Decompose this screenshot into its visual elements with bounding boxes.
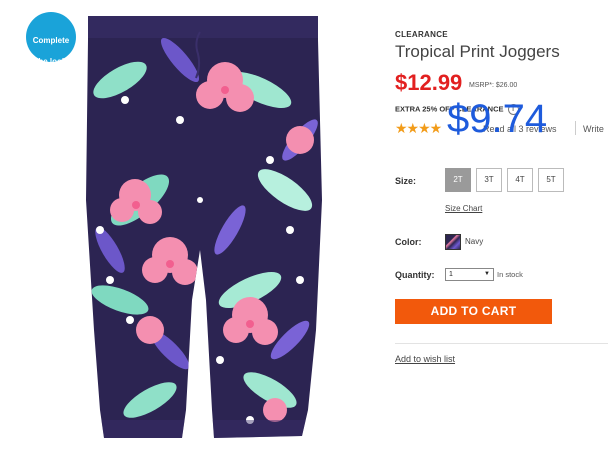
quantity-value: 1 [449, 271, 453, 278]
sale-price: $12.99 [395, 70, 463, 95]
size-option-3t[interactable]: 3T [476, 168, 502, 192]
dropdown-arrow-icon: ▼ [484, 271, 490, 277]
clearance-badge: CLEARANCE [395, 30, 448, 39]
add-to-wishlist-link[interactable]: Add to wish list [395, 354, 455, 364]
product-image[interactable]: Complete the look ⌄ [0, 0, 360, 447]
size-option-4t[interactable]: 4T [507, 168, 533, 192]
color-label: Color: [395, 237, 422, 247]
size-chart-link[interactable]: Size Chart [445, 204, 482, 213]
color-value: Navy [465, 237, 484, 246]
quantity-label: Quantity: [395, 270, 435, 280]
complete-the-look-button[interactable]: Complete the look ⌄ [26, 12, 76, 87]
divider [575, 121, 576, 135]
section-divider [395, 343, 608, 344]
quantity-select[interactable]: 1 ▼ [445, 268, 494, 281]
msrp-price: MSRP*: $26.00 [469, 82, 518, 89]
rating-stars: ★★★★ [395, 120, 442, 136]
overlay-price: $9.74 [447, 97, 548, 141]
product-title: Tropical Print Joggers [395, 42, 560, 61]
color-swatch-navy[interactable] [445, 234, 461, 250]
product-info-panel: CLEARANCE Tropical Print Joggers $12.99 … [395, 0, 608, 447]
write-review-link[interactable]: Write [583, 124, 604, 134]
chevron-down-icon: ⌄ [48, 80, 54, 87]
size-option-5t[interactable]: 5T [538, 168, 564, 192]
size-label: Size: [395, 176, 417, 186]
size-option-2t[interactable]: 2T [445, 168, 471, 192]
stock-status: In stock [497, 270, 523, 279]
add-to-cart-button[interactable]: ADD TO CART [395, 299, 552, 324]
complete-look-line2: the look [35, 57, 67, 66]
complete-look-line1: Complete [32, 36, 70, 45]
